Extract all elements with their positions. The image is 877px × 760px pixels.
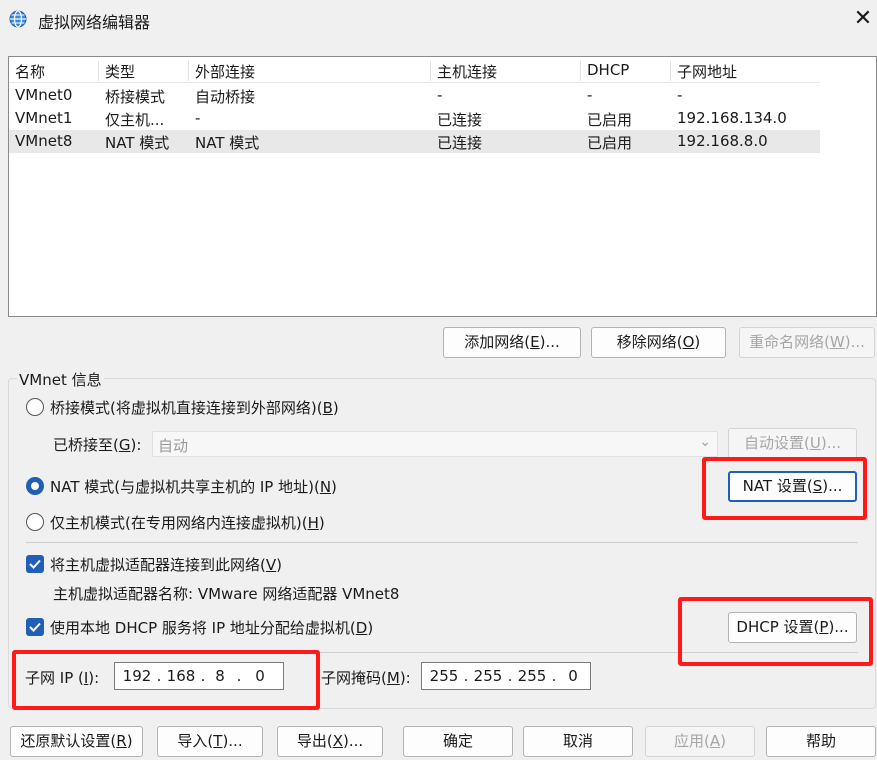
table-cell: VMnet8: [15, 132, 73, 150]
bridge-mode-radio[interactable]: [26, 398, 44, 416]
nat-mode-radio[interactable]: [26, 477, 44, 495]
table-row-selected[interactable]: VMnet8 NAT 模式 NAT 模式 已连接 已启用 192.168.8.0: [9, 130, 820, 153]
column-header-type[interactable]: 类型: [99, 61, 189, 81]
mask-octet[interactable]: 255: [468, 667, 508, 685]
remove-network-button[interactable]: 移除网络(O): [591, 327, 726, 358]
table-cell: 自动桥接: [195, 88, 256, 106]
table-row[interactable]: VMnet0 桥接模式 自动桥接 - - -: [9, 84, 820, 107]
host-only-label[interactable]: 仅主机模式(在专用网络内连接虚拟机)(H): [50, 512, 325, 533]
restore-defaults-button[interactable]: 还原默认设置(R): [10, 726, 143, 757]
table-row[interactable]: VMnet1 仅主机... - 已连接 已启用 192.168.134.0: [9, 107, 820, 130]
adapter-name-text: 主机虚拟适配器名称: VMware 网络适配器 VMnet8: [53, 585, 400, 603]
table-cell: NAT 模式: [195, 134, 260, 152]
annotation-highlight-nat: [702, 457, 867, 520]
table-cell: 桥接模式: [105, 88, 166, 106]
add-network-button[interactable]: 添加网络(E)...: [443, 327, 581, 358]
annotation-highlight-subnet-ip: [12, 650, 320, 710]
checkmark-icon: [29, 559, 41, 569]
table-cell: 已连接: [437, 134, 483, 152]
rename-network-button[interactable]: 重命名网络(W)...: [739, 327, 875, 358]
table-cell: 已连接: [437, 111, 483, 129]
mask-octet[interactable]: 0: [558, 667, 588, 685]
title-bar: 虚拟网络编辑器 ✕: [0, 0, 877, 40]
close-icon[interactable]: ✕: [848, 4, 877, 34]
connect-adapter-label[interactable]: 将主机虚拟适配器连接到此网络(V): [50, 554, 282, 575]
export-button[interactable]: 导出(X)...: [277, 726, 383, 757]
ok-button[interactable]: 确定: [403, 726, 513, 757]
checkmark-icon: [29, 622, 41, 632]
use-dhcp-checkbox[interactable]: [26, 618, 44, 636]
column-header-name[interactable]: 名称: [9, 61, 99, 81]
table-cell: VMnet1: [15, 109, 73, 127]
table-cell: 已启用: [587, 134, 633, 152]
table-cell: -: [587, 86, 593, 104]
table-cell: 已启用: [587, 111, 633, 129]
table-cell: -: [437, 86, 443, 104]
window-title: 虚拟网络编辑器: [38, 13, 151, 32]
table-cell: 仅主机...: [105, 111, 165, 129]
mask-octet[interactable]: 255: [424, 667, 464, 685]
globe-icon: [8, 9, 28, 29]
column-header-subnet[interactable]: 子网地址: [671, 61, 820, 81]
bridge-mode-label[interactable]: 桥接模式(将虚拟机直接连接到外部网络)(B): [50, 397, 339, 418]
mask-dot: .: [551, 667, 557, 685]
table-cell: -: [677, 86, 683, 104]
column-header-host[interactable]: 主机连接: [431, 61, 581, 81]
annotation-highlight-dhcp: [678, 597, 873, 666]
use-dhcp-label[interactable]: 使用本地 DHCP 服务将 IP 地址分配给虚拟机(D): [50, 617, 373, 638]
bridged-to-label: 已桥接至(G):: [53, 436, 142, 454]
divider: [26, 542, 858, 543]
nat-mode-label[interactable]: NAT 模式(与虚拟机共享主机的 IP 地址)(N): [50, 476, 337, 497]
network-list[interactable]: 名称 类型 外部连接 主机连接 DHCP 子网地址 VMnet0 桥接模式 自动…: [8, 56, 877, 317]
column-header-dhcp[interactable]: DHCP: [581, 61, 671, 81]
mask-octet[interactable]: 255: [512, 667, 552, 685]
host-only-radio[interactable]: [26, 513, 44, 531]
cancel-button[interactable]: 取消: [523, 726, 633, 757]
table-cell: 192.168.8.0: [677, 132, 768, 150]
table-cell: 192.168.134.0: [677, 109, 787, 127]
vmnet-info-title: VMnet 信息: [17, 369, 104, 390]
bridged-to-value: 自动: [158, 437, 189, 455]
network-list-header: 名称 类型 外部连接 主机连接 DHCP 子网地址: [9, 57, 820, 83]
chevron-down-icon: ⌄: [699, 434, 711, 450]
subnet-mask-label: 子网掩码(M):: [321, 669, 411, 687]
help-button[interactable]: 帮助: [766, 726, 876, 757]
column-header-external[interactable]: 外部连接: [189, 61, 431, 81]
connect-adapter-checkbox[interactable]: [26, 555, 44, 573]
table-cell: VMnet0: [15, 86, 73, 104]
import-button[interactable]: 导入(T)...: [157, 726, 263, 757]
auto-settings-button[interactable]: 自动设置(U)...: [728, 428, 857, 459]
bridged-to-select[interactable]: 自动 ⌄: [152, 431, 718, 457]
subnet-mask-input[interactable]: 255 . 255 . 255 . 0: [421, 662, 591, 690]
apply-button[interactable]: 应用(A): [645, 726, 755, 757]
table-cell: -: [195, 109, 201, 127]
table-cell: NAT 模式: [105, 134, 170, 152]
